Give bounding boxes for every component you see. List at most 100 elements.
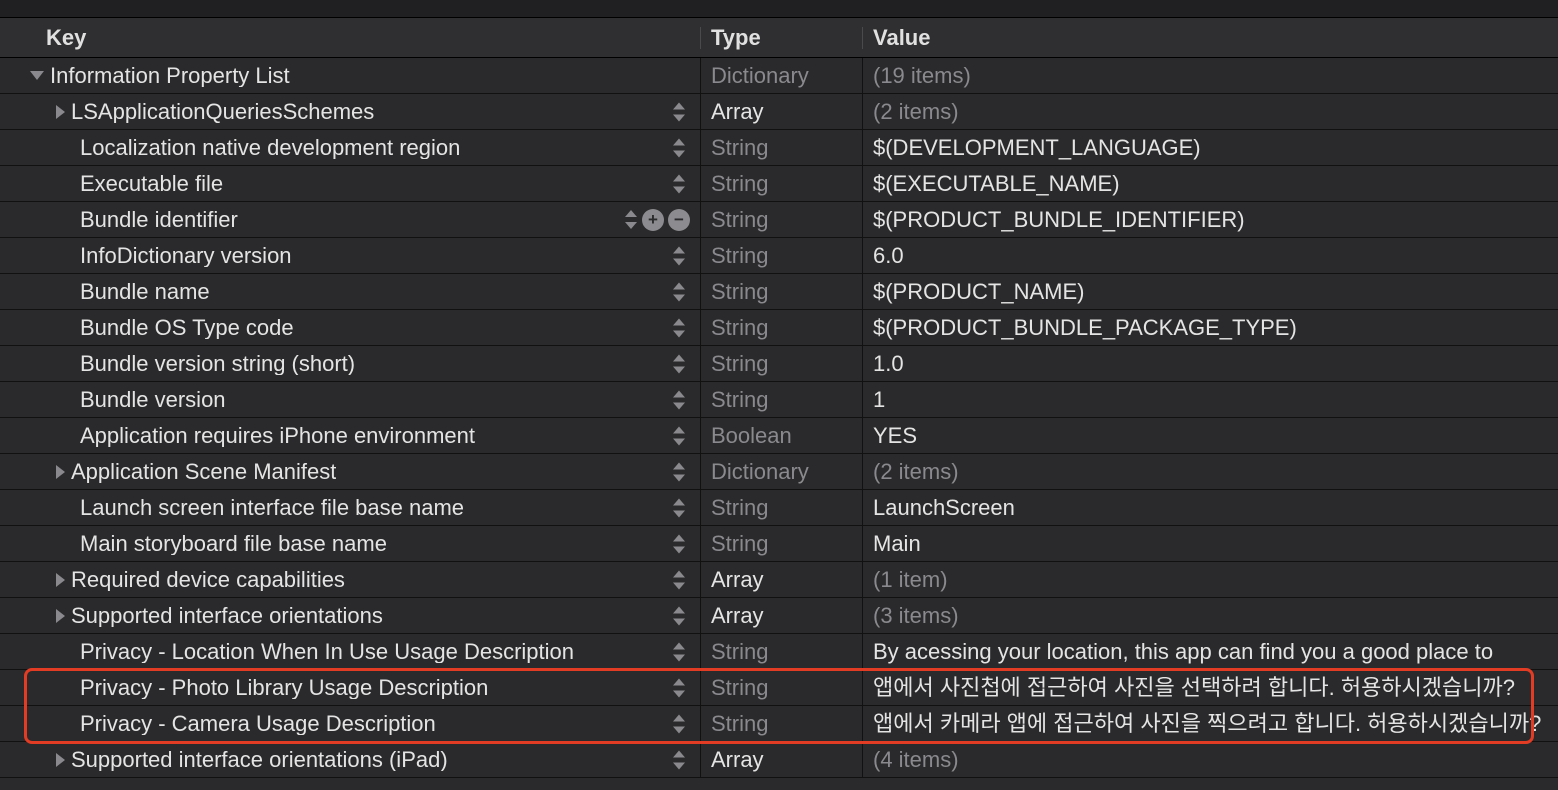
chevron-right-icon[interactable] bbox=[56, 105, 65, 119]
type-cell[interactable]: Array bbox=[700, 94, 862, 129]
key-stepper[interactable] bbox=[672, 498, 686, 517]
key-stepper[interactable] bbox=[672, 174, 686, 193]
type-cell[interactable]: Array bbox=[700, 562, 862, 597]
value-cell[interactable]: $(DEVELOPMENT_LANGUAGE) bbox=[862, 130, 1558, 165]
table-row[interactable]: Privacy - Photo Library Usage Descriptio… bbox=[0, 670, 1558, 706]
key-stepper[interactable] bbox=[672, 318, 686, 337]
value-cell[interactable]: (3 items) bbox=[862, 598, 1558, 633]
table-row[interactable]: LSApplicationQueriesSchemes Array(2 items… bbox=[0, 94, 1558, 130]
type-cell[interactable]: Array bbox=[700, 742, 862, 777]
table-row[interactable]: Application Scene ManifestDictionary(2 i… bbox=[0, 454, 1558, 490]
key-stepper[interactable] bbox=[672, 354, 686, 373]
table-row[interactable]: Main storyboard file base nameStringMain bbox=[0, 526, 1558, 562]
table-row[interactable]: Bundle OS Type codeString$(PRODUCT_BUNDL… bbox=[0, 310, 1558, 346]
key-stepper[interactable] bbox=[672, 102, 686, 121]
chevron-right-icon[interactable] bbox=[56, 753, 65, 767]
root-row[interactable]: Information Property List Dictionary (19… bbox=[0, 58, 1558, 94]
key-stepper[interactable] bbox=[672, 138, 686, 157]
value-cell[interactable]: 1 bbox=[862, 382, 1558, 417]
table-row[interactable]: Privacy - Camera Usage Description String… bbox=[0, 706, 1558, 742]
key-label: LSApplicationQueriesSchemes bbox=[71, 101, 374, 123]
key-stepper[interactable] bbox=[672, 678, 686, 697]
type-cell[interactable]: String bbox=[700, 130, 862, 165]
value-cell[interactable]: (2 items) bbox=[862, 94, 1558, 129]
key-label: Privacy - Photo Library Usage Descriptio… bbox=[80, 677, 488, 699]
table-row[interactable]: Application requires iPhone environmentB… bbox=[0, 418, 1558, 454]
value-cell[interactable]: YES bbox=[862, 418, 1558, 453]
key-label: Privacy - Camera Usage Description bbox=[80, 713, 436, 735]
type-cell[interactable]: String bbox=[700, 274, 862, 309]
plist-table: Information Property List Dictionary (19… bbox=[0, 58, 1558, 778]
key-stepper[interactable] bbox=[672, 606, 686, 625]
key-label: Bundle version bbox=[80, 389, 226, 411]
column-headers: Key Type Value bbox=[0, 18, 1558, 58]
value-cell[interactable]: Main bbox=[862, 526, 1558, 561]
type-cell[interactable]: Dictionary bbox=[700, 454, 862, 489]
add-row-button[interactable]: + bbox=[642, 209, 664, 231]
key-label: Supported interface orientations bbox=[71, 605, 383, 627]
root-type: Dictionary bbox=[700, 58, 862, 93]
key-label: Bundle name bbox=[80, 281, 210, 303]
type-cell[interactable]: String bbox=[700, 634, 862, 669]
table-row[interactable]: Required device capabilitiesArray(1 item… bbox=[0, 562, 1558, 598]
value-cell[interactable]: $(EXECUTABLE_NAME) bbox=[862, 166, 1558, 201]
table-row[interactable]: Privacy - Location When In Use Usage Des… bbox=[0, 634, 1558, 670]
value-cell[interactable]: $(PRODUCT_BUNDLE_PACKAGE_TYPE) bbox=[862, 310, 1558, 345]
header-value[interactable]: Value bbox=[862, 27, 1558, 49]
table-row[interactable]: Localization native development regionSt… bbox=[0, 130, 1558, 166]
type-cell[interactable]: String bbox=[700, 346, 862, 381]
value-cell[interactable]: 1.0 bbox=[862, 346, 1558, 381]
value-cell[interactable]: LaunchScreen bbox=[862, 490, 1558, 525]
type-cell[interactable]: String bbox=[700, 310, 862, 345]
type-cell[interactable]: String bbox=[700, 382, 862, 417]
key-stepper[interactable] bbox=[672, 570, 686, 589]
key-stepper[interactable] bbox=[672, 462, 686, 481]
value-cell[interactable]: 앱에서 사진첩에 접근하여 사진을 선택하려 합니다. 허용하시겠습니까? bbox=[862, 670, 1558, 705]
disclosure-down-icon[interactable] bbox=[30, 71, 44, 80]
value-cell[interactable]: 앱에서 카메라 앱에 접근하여 사진을 찍으려고 합니다. 허용하시겠습니까? bbox=[862, 706, 1558, 741]
type-cell[interactable]: String bbox=[700, 490, 862, 525]
chevron-right-icon[interactable] bbox=[56, 465, 65, 479]
table-row[interactable]: Executable file String$(EXECUTABLE_NAME) bbox=[0, 166, 1558, 202]
value-cell[interactable]: (2 items) bbox=[862, 454, 1558, 489]
table-row[interactable]: Launch screen interface file base nameSt… bbox=[0, 490, 1558, 526]
key-stepper[interactable] bbox=[672, 642, 686, 661]
key-stepper[interactable] bbox=[672, 246, 686, 265]
value-cell[interactable]: (4 items) bbox=[862, 742, 1558, 777]
type-cell[interactable]: String bbox=[700, 238, 862, 273]
chevron-right-icon[interactable] bbox=[56, 609, 65, 623]
type-cell[interactable]: Boolean bbox=[700, 418, 862, 453]
value-cell[interactable]: By acessing your location, this app can … bbox=[862, 634, 1558, 669]
type-cell[interactable]: String bbox=[700, 670, 862, 705]
value-cell[interactable]: $(PRODUCT_NAME) bbox=[862, 274, 1558, 309]
table-row[interactable]: Bundle version String1 bbox=[0, 382, 1558, 418]
key-stepper[interactable] bbox=[672, 714, 686, 733]
type-cell[interactable]: String bbox=[700, 166, 862, 201]
value-cell[interactable]: $(PRODUCT_BUNDLE_IDENTIFIER) bbox=[862, 202, 1558, 237]
chevron-right-icon[interactable] bbox=[56, 573, 65, 587]
table-row[interactable]: Bundle identifier+−String$(PRODUCT_BUNDL… bbox=[0, 202, 1558, 238]
table-row[interactable]: Supported interface orientations Array(3 … bbox=[0, 598, 1558, 634]
table-row[interactable]: Supported interface orientations (iPad)A… bbox=[0, 742, 1558, 778]
table-row[interactable]: Bundle version string (short)String1.0 bbox=[0, 346, 1558, 382]
value-cell[interactable]: 6.0 bbox=[862, 238, 1558, 273]
table-row[interactable]: Bundle name String$(PRODUCT_NAME) bbox=[0, 274, 1558, 310]
type-cell[interactable]: String bbox=[700, 202, 862, 237]
key-stepper[interactable] bbox=[624, 210, 638, 229]
type-cell[interactable]: String bbox=[700, 706, 862, 741]
key-stepper[interactable] bbox=[672, 534, 686, 553]
key-stepper[interactable] bbox=[672, 426, 686, 445]
type-cell[interactable]: Array bbox=[700, 598, 862, 633]
key-label: Executable file bbox=[80, 173, 223, 195]
key-stepper[interactable] bbox=[672, 282, 686, 301]
table-row[interactable]: InfoDictionary version String6.0 bbox=[0, 238, 1558, 274]
type-cell[interactable]: String bbox=[700, 526, 862, 561]
header-type[interactable]: Type bbox=[700, 27, 862, 49]
remove-row-button[interactable]: − bbox=[668, 209, 690, 231]
key-label: InfoDictionary version bbox=[80, 245, 292, 267]
key-stepper[interactable] bbox=[672, 390, 686, 409]
key-stepper[interactable] bbox=[672, 750, 686, 769]
toolbar-strip bbox=[0, 0, 1558, 18]
value-cell[interactable]: (1 item) bbox=[862, 562, 1558, 597]
header-key[interactable]: Key bbox=[0, 27, 700, 49]
